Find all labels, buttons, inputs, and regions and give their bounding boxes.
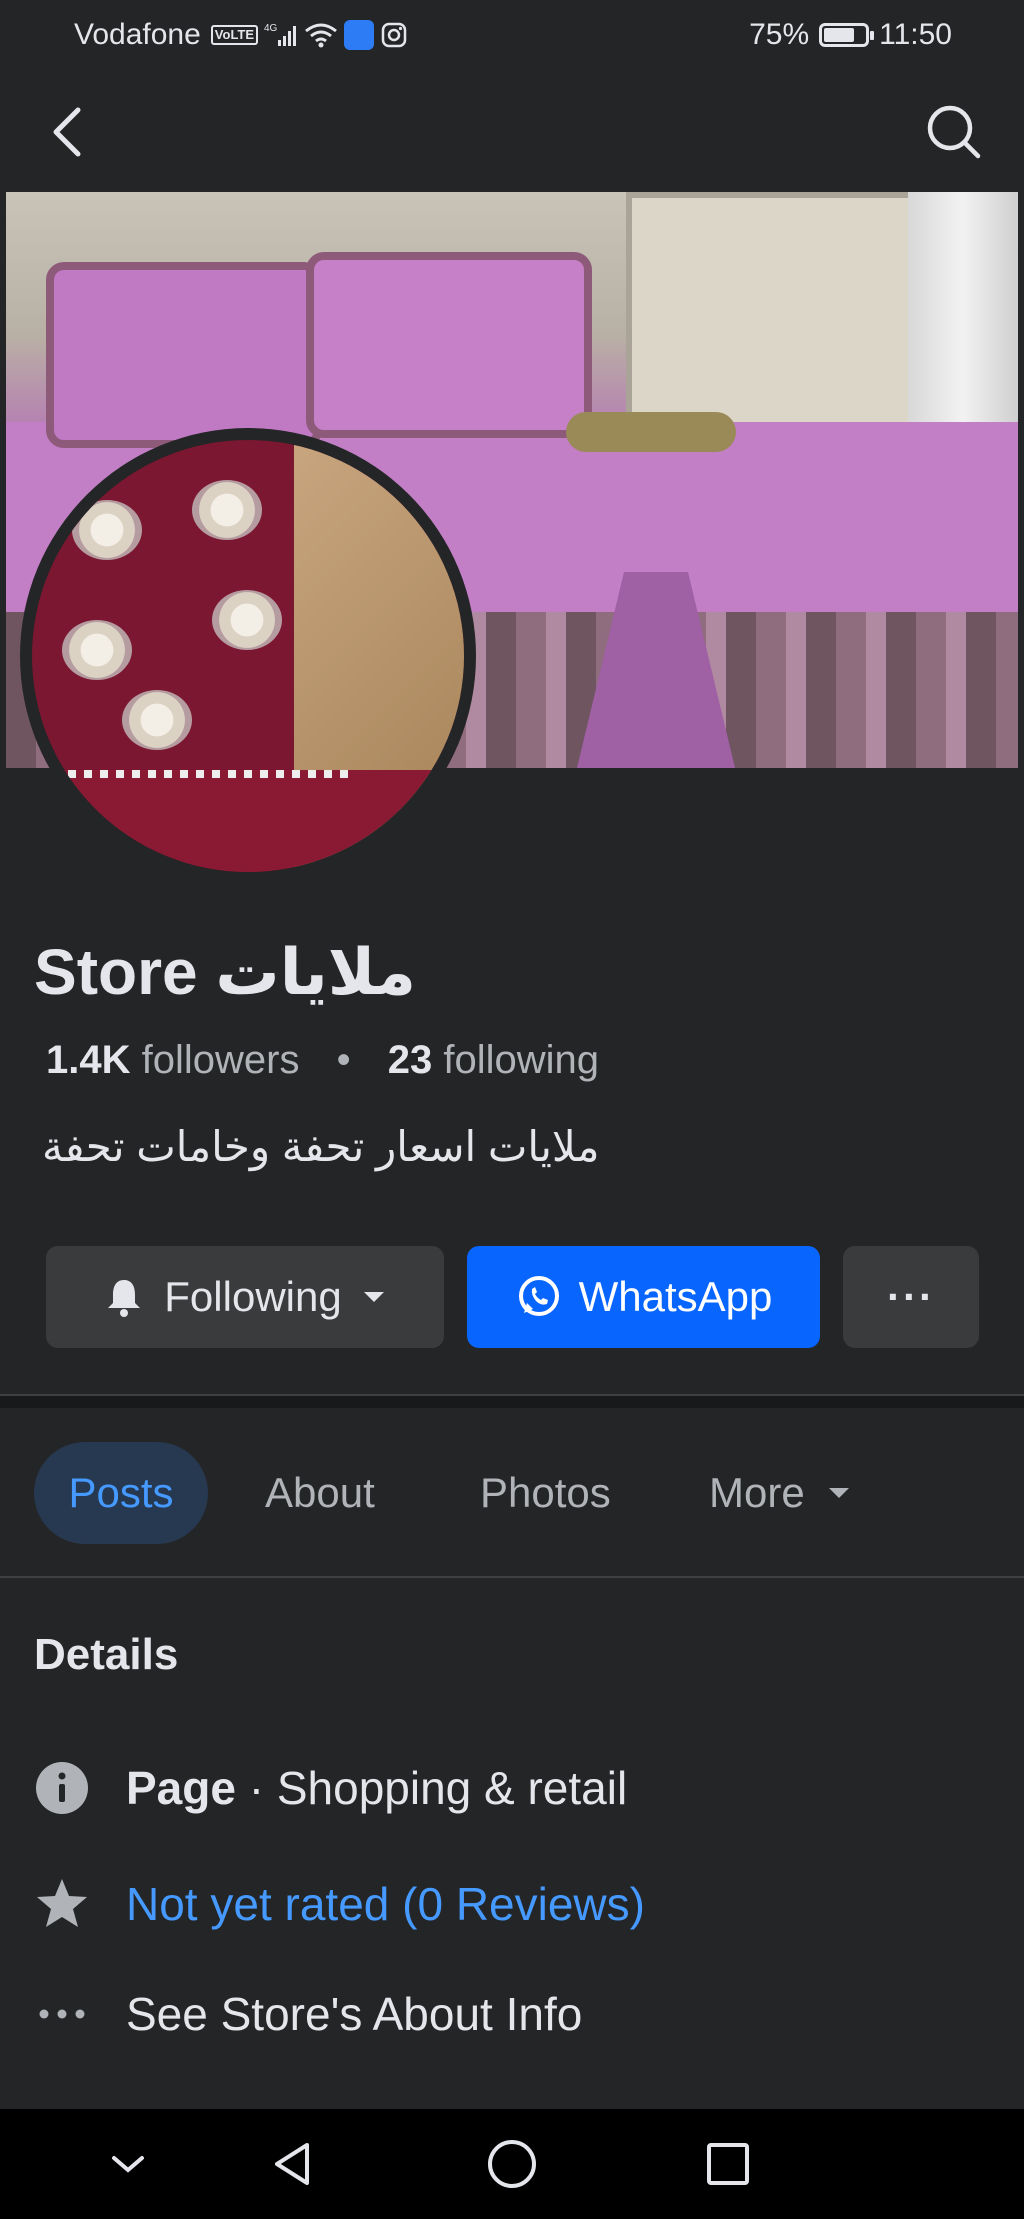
detail-category: Page · Shopping & retail [34, 1760, 627, 1816]
avatar-flower [62, 620, 132, 680]
nav-back-button[interactable] [262, 2134, 322, 2194]
avatar-flower [122, 690, 192, 750]
battery-icon [819, 23, 875, 47]
instagram-icon [380, 21, 408, 49]
whatsapp-button-label: WhatsApp [578, 1273, 773, 1320]
cover-pillow-right [306, 252, 592, 438]
clock: 11:50 [879, 18, 952, 51]
more-options-button[interactable]: ··· [843, 1246, 979, 1348]
profile-tabs: Posts About Photos More [0, 1406, 1024, 1578]
status-bar: Vodafone VoLTE 4G 75% 11:50 [0, 0, 1024, 72]
rating-link[interactable]: Not yet rated (0 Reviews) [126, 1877, 645, 1931]
avatar-flower [192, 480, 262, 540]
tab-about[interactable]: About [265, 1442, 375, 1544]
whatsapp-button[interactable]: WhatsApp [467, 1246, 820, 1348]
carrier-name: Vodafone [74, 18, 201, 51]
stats-separator: • [336, 1038, 351, 1082]
category-prefix: Page [126, 1762, 236, 1814]
battery-fill [824, 28, 855, 42]
top-bar [0, 72, 1024, 192]
cover-window-shape [626, 192, 918, 434]
category-separator: · [235, 1762, 277, 1814]
search-icon [927, 105, 981, 159]
chevron-down-icon [828, 1488, 849, 1498]
nav-recents-button[interactable] [698, 2134, 758, 2194]
about-info-link[interactable]: See Store's About Info [126, 1987, 582, 2041]
circle-home-icon [488, 2140, 536, 2188]
back-arrow-icon [53, 107, 81, 157]
follow-stats: 1.4K followers • 23 following [46, 1038, 599, 1083]
avatar-flower [212, 590, 282, 650]
category-value: Shopping & retail [276, 1762, 628, 1814]
search-button[interactable] [924, 102, 984, 162]
detail-rating[interactable]: Not yet rated (0 Reviews) [34, 1876, 645, 1932]
chevron-down-icon [112, 2156, 144, 2173]
more-dots-icon [34, 1986, 90, 2042]
detail-about-link[interactable]: See Store's About Info [34, 1986, 582, 2042]
avatar-ruffle-shape [32, 770, 464, 872]
avatar-lace-shape [52, 770, 352, 778]
nav-home-button[interactable] [482, 2134, 542, 2194]
chevron-down-icon [363, 1292, 384, 1302]
following-button-label: Following [164, 1273, 342, 1320]
following-label[interactable]: following [443, 1038, 599, 1082]
triangle-back-icon [275, 2143, 309, 2185]
page-bio: ملايات اسعار تحفة وخامات تحفة [42, 1123, 600, 1170]
nav-collapse-button[interactable] [98, 2134, 158, 2194]
info-icon [34, 1760, 90, 1816]
followers-count[interactable]: 1.4K [46, 1038, 131, 1082]
more-dots-icon: ··· [887, 1273, 935, 1320]
back-button[interactable] [42, 102, 102, 162]
status-right: 75% 11:50 [749, 18, 952, 52]
avatar-image [32, 440, 464, 872]
app-notification-icon [344, 20, 375, 50]
cover-pillow-left [46, 262, 322, 448]
whatsapp-icon [518, 1276, 559, 1316]
volte-badge: VoLTE [210, 25, 259, 45]
page-title: Store ملايات [34, 936, 416, 1008]
svg-text:4G: 4G [264, 23, 278, 34]
following-button[interactable]: Following [46, 1246, 444, 1348]
tabs-divider [0, 1576, 1024, 1578]
details-heading: Details [34, 1630, 179, 1679]
tab-posts[interactable]: Posts [34, 1442, 208, 1544]
profile-avatar[interactable] [20, 428, 476, 884]
signal-icon: 4G [264, 22, 298, 48]
status-left: Vodafone VoLTE 4G [74, 18, 408, 52]
bell-icon [108, 1280, 141, 1317]
tab-more-label: More [709, 1469, 805, 1516]
square-recents-icon [707, 2143, 749, 2185]
battery-percent: 75% [749, 18, 810, 51]
wifi-icon [304, 22, 338, 48]
followers-label[interactable]: followers [142, 1038, 300, 1082]
tab-more[interactable]: More [709, 1442, 853, 1544]
avatar-flower [72, 500, 142, 560]
following-count[interactable]: 23 [388, 1038, 433, 1082]
cover-tray-shape [566, 412, 736, 452]
tab-photos[interactable]: Photos [480, 1442, 611, 1544]
star-icon [34, 1876, 90, 1932]
system-nav-bar [0, 2109, 1024, 2219]
